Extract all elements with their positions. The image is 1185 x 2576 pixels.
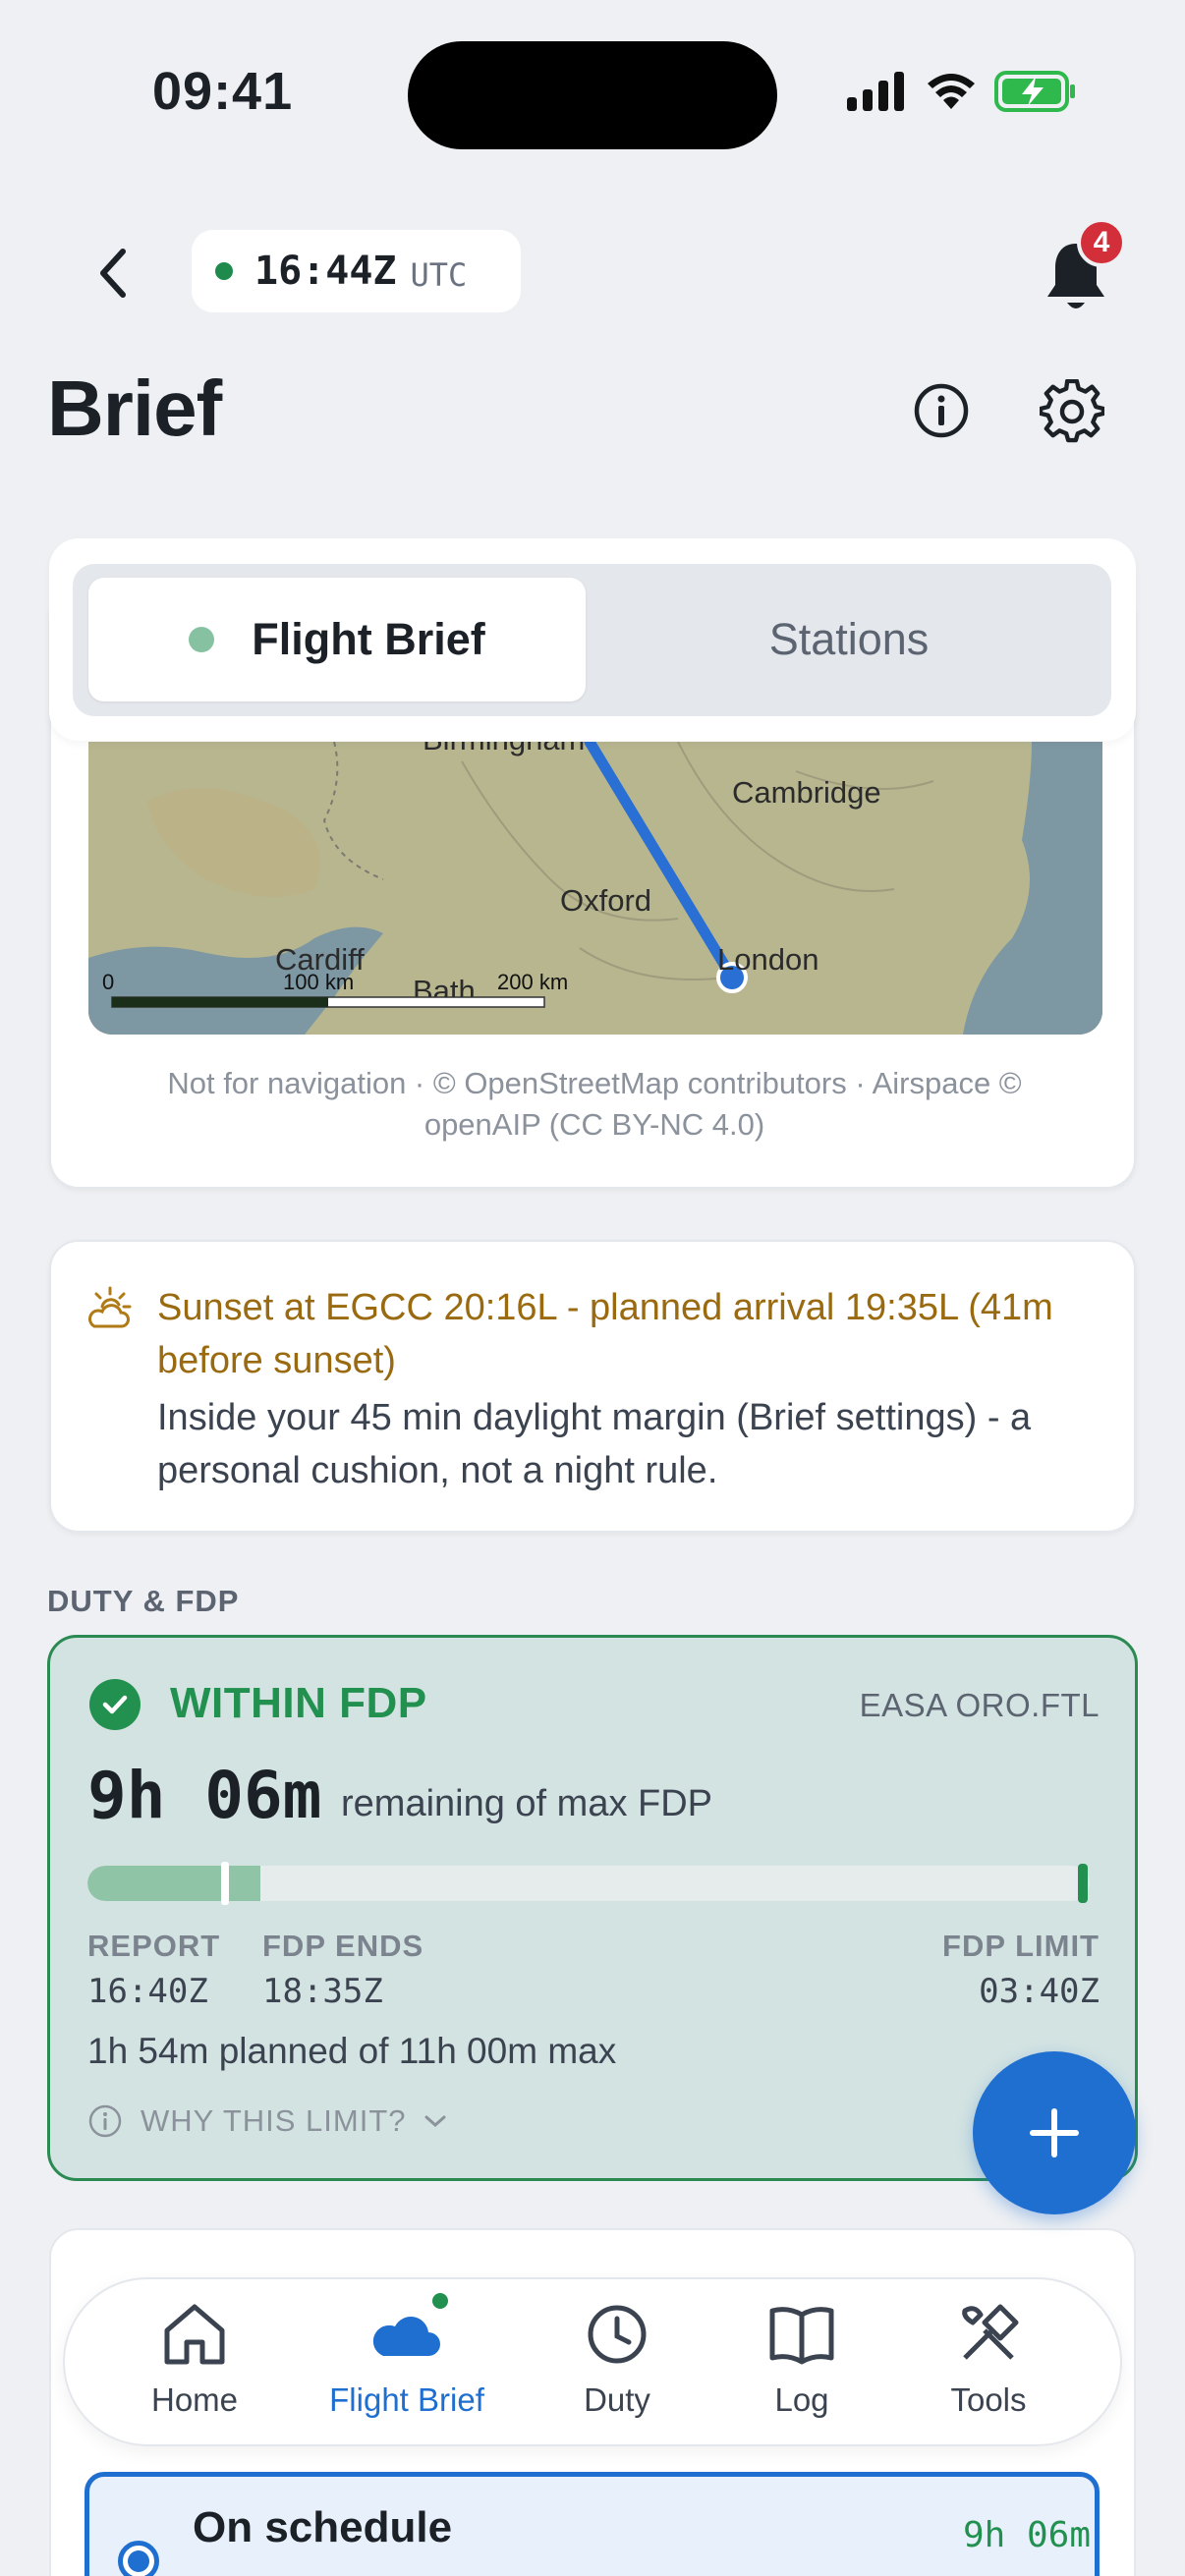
- why-limit-label: WHY THIS LIMIT?: [141, 2103, 407, 2138]
- fdp-ends-value: 18:35Z: [262, 1972, 383, 2011]
- fdp-limit-label: FDP LIMIT: [942, 1929, 1100, 1963]
- status-time: 09:41: [152, 62, 294, 121]
- check-circle-icon: [89, 1679, 141, 1730]
- utc-clock: 16:44Z UTC: [192, 230, 521, 312]
- tab-flight-brief[interactable]: Flight Brief: [88, 578, 586, 701]
- tab-flight-brief-nav-label: Flight Brief: [329, 2381, 484, 2418]
- tab-tools-label: Tools: [950, 2381, 1027, 2418]
- schedule-title: On schedule: [193, 2503, 453, 2551]
- section-label-duty: DUTY & FDP: [47, 1584, 240, 1618]
- tab-duty-label: Duty: [584, 2381, 650, 2418]
- settings-button[interactable]: [1038, 378, 1106, 444]
- tab-log[interactable]: Log: [713, 2297, 890, 2435]
- route-map[interactable]: Birmingham Cambridge Oxford Cardiff Bath…: [88, 742, 1102, 1035]
- tools-icon: [962, 2304, 1019, 2360]
- map-scale-bar-fill: [112, 997, 328, 1007]
- fdp-progress-bar: [87, 1866, 1090, 1901]
- tab-stations[interactable]: Stations: [590, 578, 1108, 701]
- clock-icon: [588, 2305, 647, 2364]
- chevron-left-icon: [100, 249, 126, 298]
- map-label-cambridge: Cambridge: [732, 775, 881, 810]
- sunset-body: Inside your 45 min daylight margin (Brie…: [157, 1397, 1032, 1491]
- scale-mid: 100 km: [283, 970, 354, 994]
- map-label-birmingham: Birmingham: [423, 742, 585, 756]
- book-icon: [769, 2307, 834, 2365]
- info-button[interactable]: [912, 381, 971, 440]
- sunset-title: Sunset at EGCC 20:16L - planned arrival …: [157, 1287, 1053, 1381]
- fdp-progress-marker: [221, 1862, 229, 1905]
- map-attribution: Not for navigation · © OpenStreetMap con…: [167, 1066, 1022, 1142]
- live-dot: [428, 2289, 452, 2313]
- gear-icon: [1038, 378, 1106, 443]
- tab-tools[interactable]: Tools: [900, 2297, 1077, 2435]
- utc-time: 16:44Z: [254, 249, 397, 294]
- fdp-limit-value: 03:40Z: [979, 1972, 1100, 2011]
- live-dot: [189, 627, 215, 652]
- info-icon: [914, 383, 969, 438]
- map-canvas: Birmingham Cambridge Oxford Cardiff Bath…: [88, 742, 1102, 1035]
- map-label-london: London: [717, 942, 818, 977]
- dynamic-island: [408, 41, 777, 149]
- tab-home-label: Home: [150, 2381, 239, 2418]
- tab-home[interactable]: Home: [106, 2297, 283, 2435]
- back-button[interactable]: [81, 234, 145, 312]
- notification-badge: 4: [1077, 218, 1126, 267]
- fdp-ends-label: FDP ENDS: [262, 1929, 424, 1963]
- why-limit-toggle[interactable]: WHY THIS LIMIT?: [87, 2103, 448, 2139]
- live-dot: [215, 262, 233, 280]
- map-label-oxford: Oxford: [560, 883, 651, 918]
- fdp-remaining: 9h 06m: [87, 1758, 322, 1833]
- tab-flight-brief-nav[interactable]: Flight Brief: [316, 2297, 497, 2435]
- status-icons: [847, 71, 1077, 112]
- battery-icon: [994, 71, 1075, 112]
- report-label: REPORT: [87, 1929, 221, 1963]
- wifi-icon: [928, 74, 975, 109]
- tab-duty[interactable]: Duty: [529, 2297, 705, 2435]
- signal-icon: [847, 72, 904, 111]
- home-icon: [164, 2304, 225, 2365]
- fdp-planned: 1h 54m planned of 11h 00m max: [87, 2031, 617, 2071]
- info-icon: [88, 2104, 122, 2138]
- fdp-card: WITHIN FDP EASA ORO.FTL 9h 06m remaining…: [47, 1635, 1138, 2181]
- schedule-time: 9h 06m: [962, 2515, 1091, 2555]
- sunset-cloud-icon: [88, 1286, 132, 1328]
- scale-zero: 0: [102, 970, 114, 994]
- sunset-card: Sunset at EGCC 20:16L - planned arrival …: [49, 1240, 1136, 1533]
- utc-label: UTC: [410, 256, 468, 294]
- add-button[interactable]: [973, 2051, 1136, 2214]
- report-value: 16:40Z: [87, 1972, 208, 2011]
- page-title: Brief: [47, 364, 222, 452]
- chevron-down-icon: [424, 2115, 446, 2128]
- tab-flight-brief-label: Flight Brief: [252, 614, 485, 664]
- fdp-status: WITHIN FDP: [170, 1679, 427, 1727]
- tab-log-label: Log: [774, 2381, 829, 2418]
- plus-icon: [1030, 2108, 1079, 2157]
- fdp-remaining-sub: remaining of max FDP: [341, 1783, 713, 1824]
- scale-max: 200 km: [497, 970, 568, 994]
- fdp-progress-fill: [87, 1866, 261, 1901]
- fdp-regulation: EASA ORO.FTL: [859, 1687, 1100, 1723]
- radio-selected-icon[interactable]: [118, 2541, 159, 2576]
- fdp-limit-marker: [1078, 1864, 1088, 1903]
